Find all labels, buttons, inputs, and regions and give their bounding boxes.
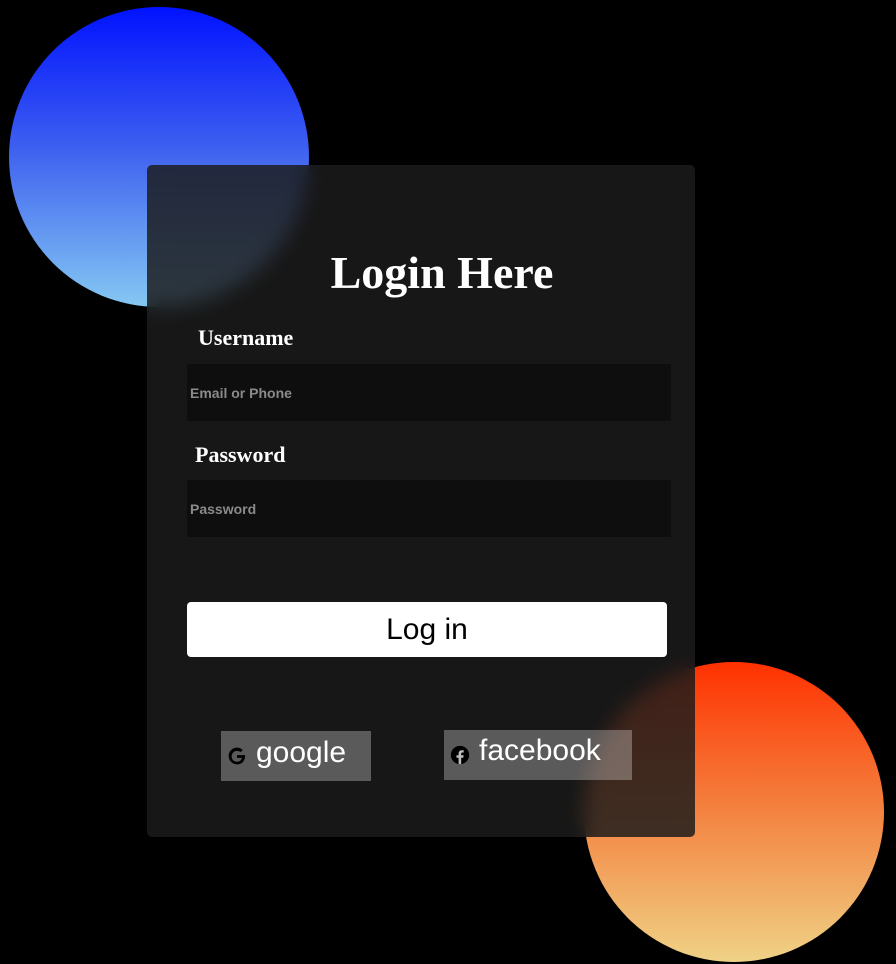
username-label: Username — [198, 325, 294, 350]
password-input[interactable] — [187, 480, 671, 537]
facebook-login-label: facebook — [479, 734, 601, 767]
password-label: Password — [195, 442, 286, 467]
login-card: Login Here Username Password Log in goog… — [147, 165, 695, 837]
login-button[interactable]: Log in — [187, 602, 667, 657]
login-page: Login Here Username Password Log in goog… — [0, 0, 896, 964]
facebook-login-button[interactable]: facebook — [444, 730, 632, 780]
page-title: Login Here — [330, 247, 554, 298]
google-login-label: google — [256, 736, 347, 769]
username-input[interactable] — [187, 364, 671, 421]
google-icon — [226, 745, 248, 767]
facebook-icon — [450, 745, 470, 765]
google-login-button[interactable]: google — [221, 731, 371, 781]
